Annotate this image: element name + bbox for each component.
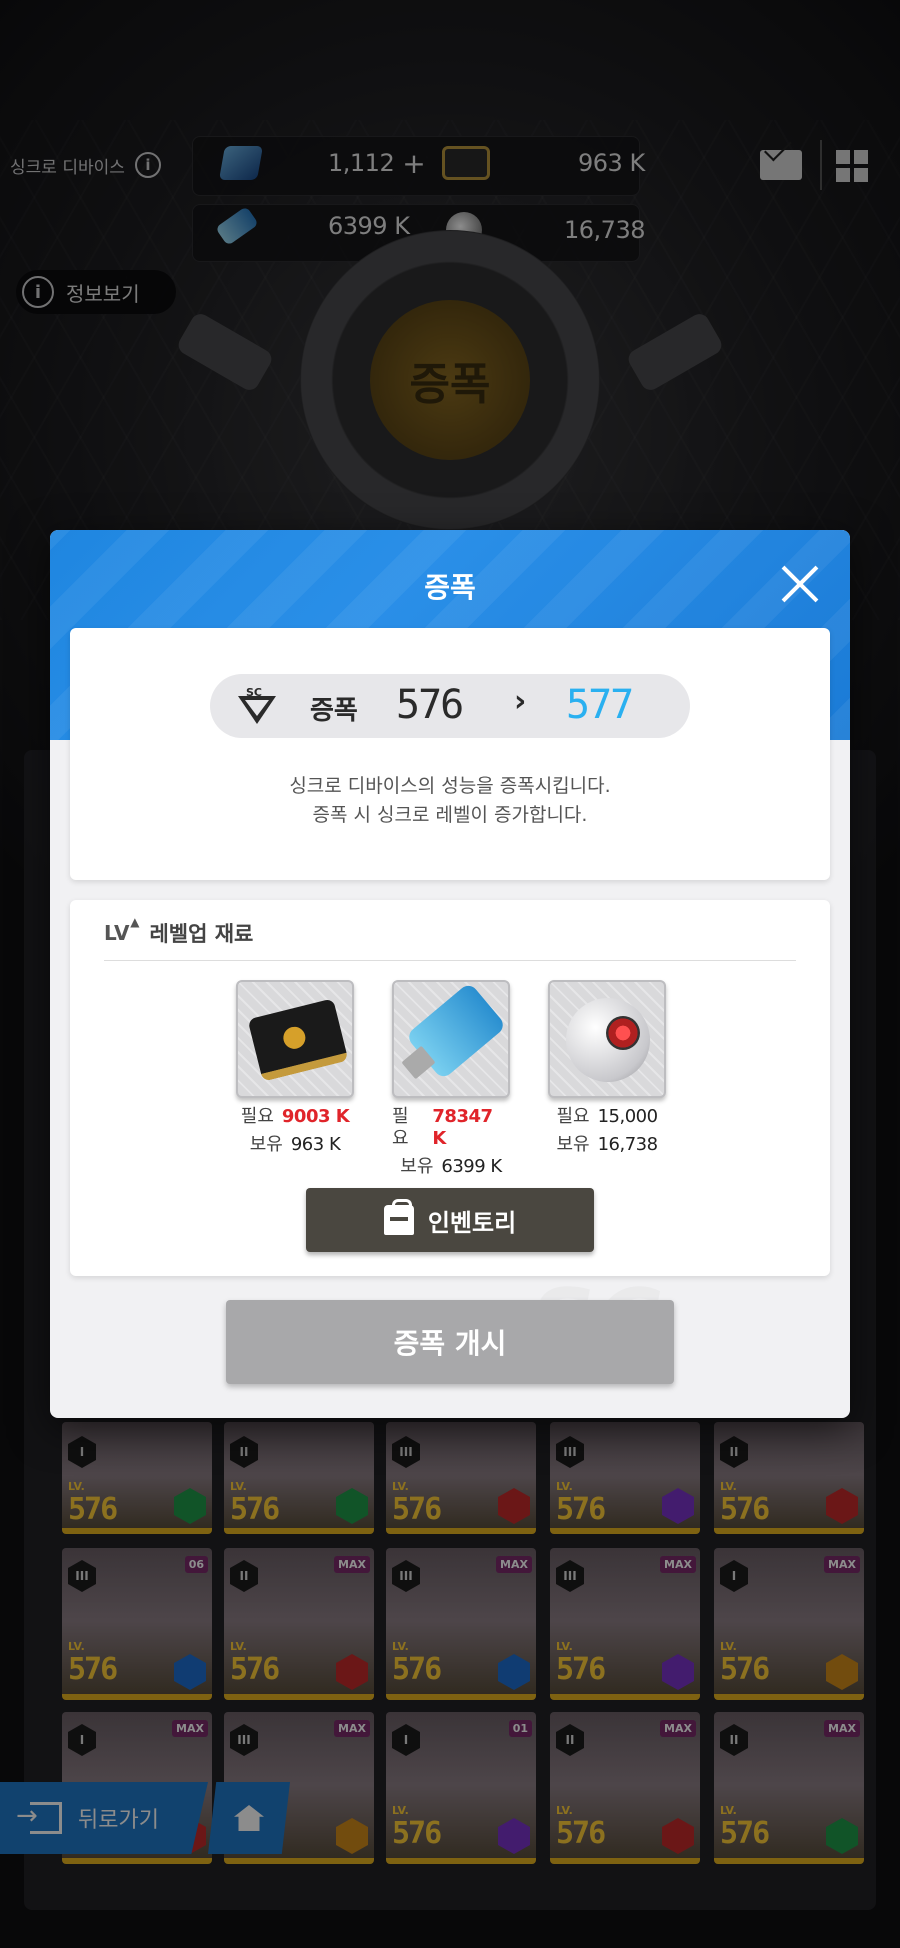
material-item[interactable]: 필요 15,000 보유 16,738 xyxy=(548,980,666,1156)
material-slot[interactable] xyxy=(236,980,354,1098)
amplify-modal: SC 증폭 SC 증폭 576 › 577 싱크로 디바이스의 성능을 증폭시킵… xyxy=(50,530,850,1418)
sc-logo-icon: SC xyxy=(236,686,278,726)
start-amplify-button[interactable]: 증폭 개시 xyxy=(226,1300,674,1384)
owned-label: 보유 xyxy=(556,1134,590,1155)
backpack-icon xyxy=(383,1199,414,1235)
level-pill: SC 증폭 576 › 577 xyxy=(210,674,690,738)
required-value: 78347 K xyxy=(432,1106,493,1149)
material-slot[interactable] xyxy=(392,980,510,1098)
owned-label: 보유 xyxy=(400,1156,434,1177)
inventory-button[interactable]: 인벤토리 xyxy=(306,1188,594,1252)
owned-value: 6399 K xyxy=(441,1156,502,1177)
required-value: 9003 K xyxy=(281,1106,350,1127)
owned-value: 963 K xyxy=(290,1134,341,1155)
modal-title: 증폭 xyxy=(424,571,476,604)
current-level: 576 xyxy=(396,682,464,728)
owned-value: 16,738 xyxy=(597,1134,658,1155)
materials-card: LV ▲ 레벨업 재료 필요 9003 K 보유 963 K 필요 78347 K 보유… xyxy=(70,900,830,1276)
owned-label: 보유 xyxy=(249,1134,283,1155)
start-amplify-label: 증폭 개시 xyxy=(393,1327,507,1360)
description-line: 증폭 시 싱크로 레벨이 증가합니다. xyxy=(312,804,588,826)
materials-header: LV ▲ 레벨업 재료 xyxy=(104,915,254,948)
chevron-right-icon: › xyxy=(514,684,527,719)
description-line: 싱크로 디바이스의 성능을 증폭시킵니다. xyxy=(289,775,611,797)
divider xyxy=(104,960,796,961)
lv-up-icon: LV ▲ xyxy=(104,915,140,945)
required-label: 필요 xyxy=(392,1106,409,1149)
core-orb-icon xyxy=(566,998,650,1082)
level-info-card: SC 증폭 576 › 577 싱크로 디바이스의 성능을 증폭시킵니다. 증폭… xyxy=(70,628,830,880)
materials-title: 레벨업 재료 xyxy=(149,922,254,946)
required-label: 필요 xyxy=(240,1106,274,1127)
close-button[interactable] xyxy=(776,560,824,608)
description: 싱크로 디바이스의 성능을 증폭시킵니다. 증폭 시 싱크로 레벨이 증가합니다… xyxy=(70,772,830,830)
next-level: 577 xyxy=(566,682,634,728)
level-label: 증폭 xyxy=(310,696,358,726)
material-item[interactable]: 필요 78347 K 보유 6399 K xyxy=(392,980,510,1178)
credit-card-icon xyxy=(247,998,349,1082)
required-label: 필요 xyxy=(556,1106,590,1127)
required-value: 15,000 xyxy=(597,1106,658,1127)
material-item[interactable]: 필요 9003 K 보유 963 K xyxy=(236,980,354,1156)
inventory-label: 인벤토리 xyxy=(427,1208,517,1237)
usb-drive-icon xyxy=(405,982,507,1081)
material-slot[interactable] xyxy=(548,980,666,1098)
